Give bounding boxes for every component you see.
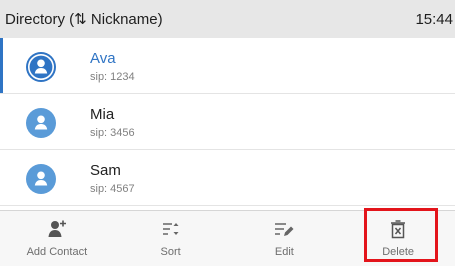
delete-highlight-box — [364, 208, 438, 262]
add-contact-button[interactable]: Add Contact — [0, 211, 114, 266]
add-contact-label: Add Contact — [26, 246, 88, 258]
status-bar: Directory (⇅ Nickname) 15:44 — [0, 0, 455, 38]
sort-button[interactable]: Sort — [114, 211, 228, 266]
contact-sip: sip: 1234 — [90, 71, 135, 83]
contact-name: Sam — [90, 162, 121, 179]
page-title: Directory (⇅ Nickname) — [5, 11, 163, 28]
sort-icon — [162, 223, 179, 235]
edit-button[interactable]: Edit — [228, 211, 342, 266]
contact-list: Ava sip: 1234 Mia sip: 3456 Sam sip: 456… — [0, 38, 455, 210]
sort-label: Sort — [160, 246, 181, 258]
person-avatar-icon — [26, 52, 56, 82]
contact-name: Mia — [90, 106, 115, 123]
contact-sip: sip: 3456 — [90, 127, 135, 139]
person-avatar-icon — [26, 164, 56, 194]
contact-row[interactable]: Ava sip: 1234 — [0, 38, 455, 94]
clock: 15:44 — [415, 10, 453, 28]
edit-icon — [275, 223, 294, 236]
contact-row[interactable]: Sam sip: 4567 — [0, 150, 455, 206]
edit-label: Edit — [274, 246, 294, 258]
contact-row[interactable]: Mia sip: 3456 — [0, 94, 455, 150]
add-contact-icon — [48, 220, 66, 237]
person-avatar-icon — [26, 108, 56, 138]
contact-sip: sip: 4567 — [90, 183, 135, 195]
contact-name: Ava — [90, 50, 116, 67]
